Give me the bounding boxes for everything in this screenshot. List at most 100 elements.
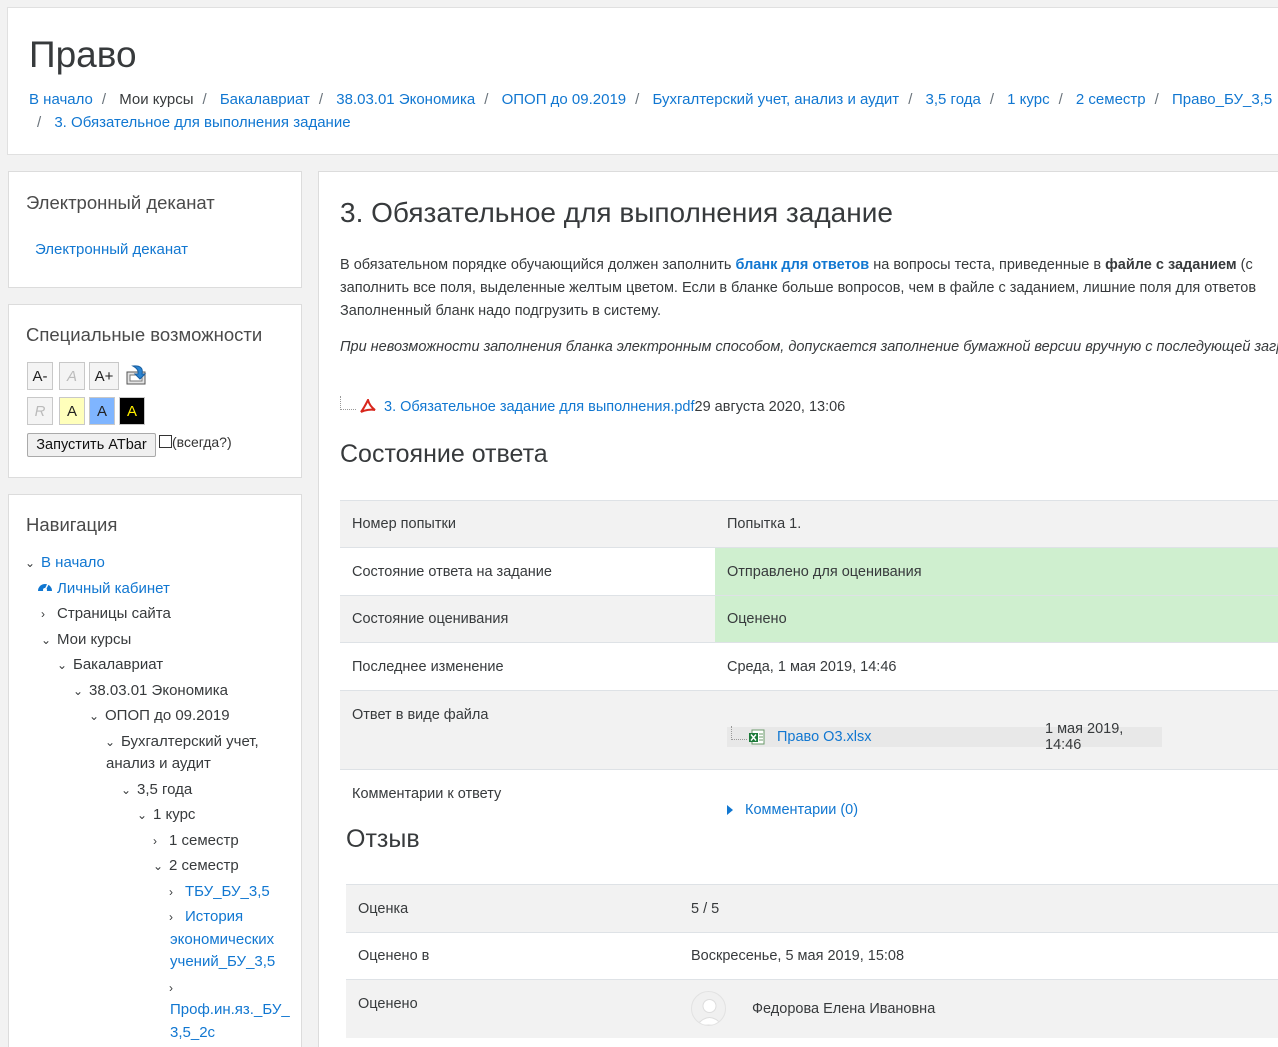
chevron-right-icon: › [41,607,45,621]
graded-by-cell: Федорова Елена Ивановна [679,979,1278,1038]
dekanat-link[interactable]: Электронный деканат [35,241,188,258]
nav-item-label: Мои курсы [57,631,132,648]
breadcrumb-economics[interactable]: 38.03.01 Экономика [336,91,475,108]
nav-item-label: История [185,908,244,925]
nav-item-tbu[interactable]: › ТБУ_БУ_3,5 [169,881,270,903]
nav-item-accounting-line2[interactable]: анализ и аудит [106,753,211,775]
submission-status-value: Отправлено для оценивания [715,547,1278,596]
breadcrumb-accounting[interactable]: Бухгалтерский учет, анализ и аудит [652,91,899,108]
graded-by-label: Оценено [346,979,679,1038]
black-theme-button[interactable]: A [119,397,145,425]
nav-item-economics[interactable]: ⌄ 38.03.01 Экономика [73,680,228,702]
reset-font-button[interactable]: A [59,362,85,390]
breadcrumb-home[interactable]: В начало [29,91,93,108]
nav-item-label: ОПОП до 09.2019 [105,707,230,724]
table-row: Последнее изменение Среда, 1 мая 2019, 1… [340,642,1278,691]
nav-item-accounting[interactable]: ⌄ Бухгалтерский учет, [105,731,259,753]
submitted-file-date: 1 мая 2019, 14:46 [1045,721,1124,753]
nav-item-prof-lang[interactable]: Проф.ин.яз._БУ_ [170,999,290,1021]
chevron-right-icon: › [169,885,173,899]
description-text: (с [1236,257,1253,273]
nav-item-semester-1[interactable]: › 1 семестр [153,830,239,852]
answer-form-link-label: бланк для ответов [735,257,870,273]
page-header: Право В начало / Мои курсы / Бакалавриат / … [7,7,1278,155]
nav-item-course-1[interactable]: ⌄ 1 курс [137,804,195,826]
nav-item-history[interactable]: › История [169,906,243,928]
feedback-table: Оценка 5 / 5 Оценено в Воскресенье, 5 ма… [346,884,1278,1038]
decrease-font-button[interactable]: A- [27,362,53,390]
nav-item-label: Страницы сайта [57,605,171,622]
description-text: на вопросы теста, приведенные в [869,257,1106,273]
chevron-down-icon: ⌄ [89,709,100,723]
table-row: Оценка 5 / 5 [346,884,1278,933]
chevron-down-icon: ⌄ [137,808,148,822]
nav-item-label: Личный кабинет [57,580,170,597]
paper-version-note: При невозможности заполнения бланка элек… [340,339,1278,355]
attempt-value: Попытка 1. [715,500,1278,548]
attached-file-link[interactable]: 3. Обязательное задание для выполнения.p… [384,399,695,415]
last-modified-label: Последнее изменение [340,642,715,691]
chevron-down-icon: ⌄ [25,556,36,570]
grader-name: Федорова Елена Ивановна [752,1000,936,1017]
breadcrumb-row-2: / 3. Обязательное для выполнения задание [37,114,351,131]
breadcrumb-years[interactable]: 3,5 года [926,91,981,108]
last-modified-value: Среда, 1 мая 2019, 14:46 [715,642,1278,691]
chevron-right-icon: › [153,834,157,848]
save-settings-icon[interactable] [123,362,151,390]
table-row: Номер попытки Попытка 1. [340,500,1278,548]
breadcrumb: В начало / Мои курсы / Бакалавриат/ 38.03.… [29,88,1278,134]
nav-item-prof-chevron[interactable]: › [169,977,185,999]
nav-item-prof-lang-line2[interactable]: 3,5_2с [170,1022,215,1044]
breadcrumb-law-course[interactable]: Право_БУ_3,5 [1172,91,1272,108]
graded-on-value: Воскресенье, 5 мая 2019, 15:08 [679,932,1278,980]
nav-item-label: Бухгалтерский учет, [121,733,259,750]
nav-item-my-courses[interactable]: ⌄ Мои курсы [41,629,131,651]
yellow-theme-button[interactable]: A [59,397,85,425]
comments-toggle[interactable]: Комментарии (0) [727,802,1278,818]
navigation-block: Навигация ⌄ В начало Личный кабинет › Стра… [8,494,302,1047]
nav-item-label: 38.03.01 Экономика [89,682,228,699]
chevron-down-icon: ⌄ [41,633,52,647]
attached-file-date: 29 августа 2020, 13:06 [694,399,846,415]
caret-right-icon [727,805,733,815]
nav-item-bachelor[interactable]: ⌄ Бакалавриат [57,654,163,676]
graded-on-label: Оценено в [346,932,679,980]
grade-label: Оценка [346,884,679,933]
pdf-icon [360,397,376,415]
breadcrumb-bachelor[interactable]: Бакалавриат [220,91,310,108]
table-row: Оценено Федорова Елена Ивановна [346,979,1278,1038]
nav-item-label: 1 курс [153,806,196,823]
nav-item-opop[interactable]: ⌄ ОПОП до 09.2019 [89,705,230,727]
breadcrumb-course[interactable]: 1 курс [1007,91,1049,108]
submission-status-label: Состояние ответа на задание [340,547,715,596]
nav-item-semester-2[interactable]: ⌄ 2 семестр [153,855,239,877]
nav-item-history-line3[interactable]: учений_БУ_3,5 [170,951,275,973]
nav-item-history-line2[interactable]: экономических [170,929,274,951]
grade-value: 5 / 5 [679,884,1278,933]
avatar[interactable] [691,991,726,1027]
atbar-always-checkbox[interactable] [159,435,172,448]
breadcrumb-assignment[interactable]: 3. Обязательное для выполнения задание [54,114,350,131]
reset-colors-button[interactable]: R [27,397,53,425]
chevron-down-icon: ⌄ [121,783,132,797]
grading-status-value: Оценено [715,595,1278,643]
increase-font-button[interactable]: A+ [89,362,119,390]
blue-theme-button[interactable]: A [89,397,115,425]
nav-item-cabinet[interactable]: Личный кабинет [37,578,170,600]
tree-connector [731,726,747,740]
main-content: 3. Обязательное для выполнения задание В… [318,171,1278,1047]
chevron-down-icon: ⌄ [105,735,116,749]
nav-item-home[interactable]: ⌄ В начало [25,552,105,574]
grading-status-label: Состояние оценивания [340,595,715,643]
submission-status-table: Номер попытки Попытка 1. Состояние ответ… [340,500,1278,826]
answer-form-link[interactable]: бланк для ответов [736,257,870,273]
breadcrumb-semester[interactable]: 2 семестр [1076,91,1146,108]
launch-atbar-button[interactable]: Запустить ATbar [27,433,156,457]
nav-item-years[interactable]: ⌄ 3,5 года [121,779,192,801]
nav-item-site-pages[interactable]: › Страницы сайта [41,603,171,625]
submitted-file-link[interactable]: Право О3.xlsx [777,729,872,745]
navigation-block-title: Навигация [26,514,118,535]
breadcrumb-opop[interactable]: ОПОП до 09.2019 [502,91,627,108]
table-row: Состояние ответа на задание Отправлено д… [340,547,1278,596]
table-row: Ответ в виде файла Право О3.xlsx 1 мая 2… [340,690,1278,770]
